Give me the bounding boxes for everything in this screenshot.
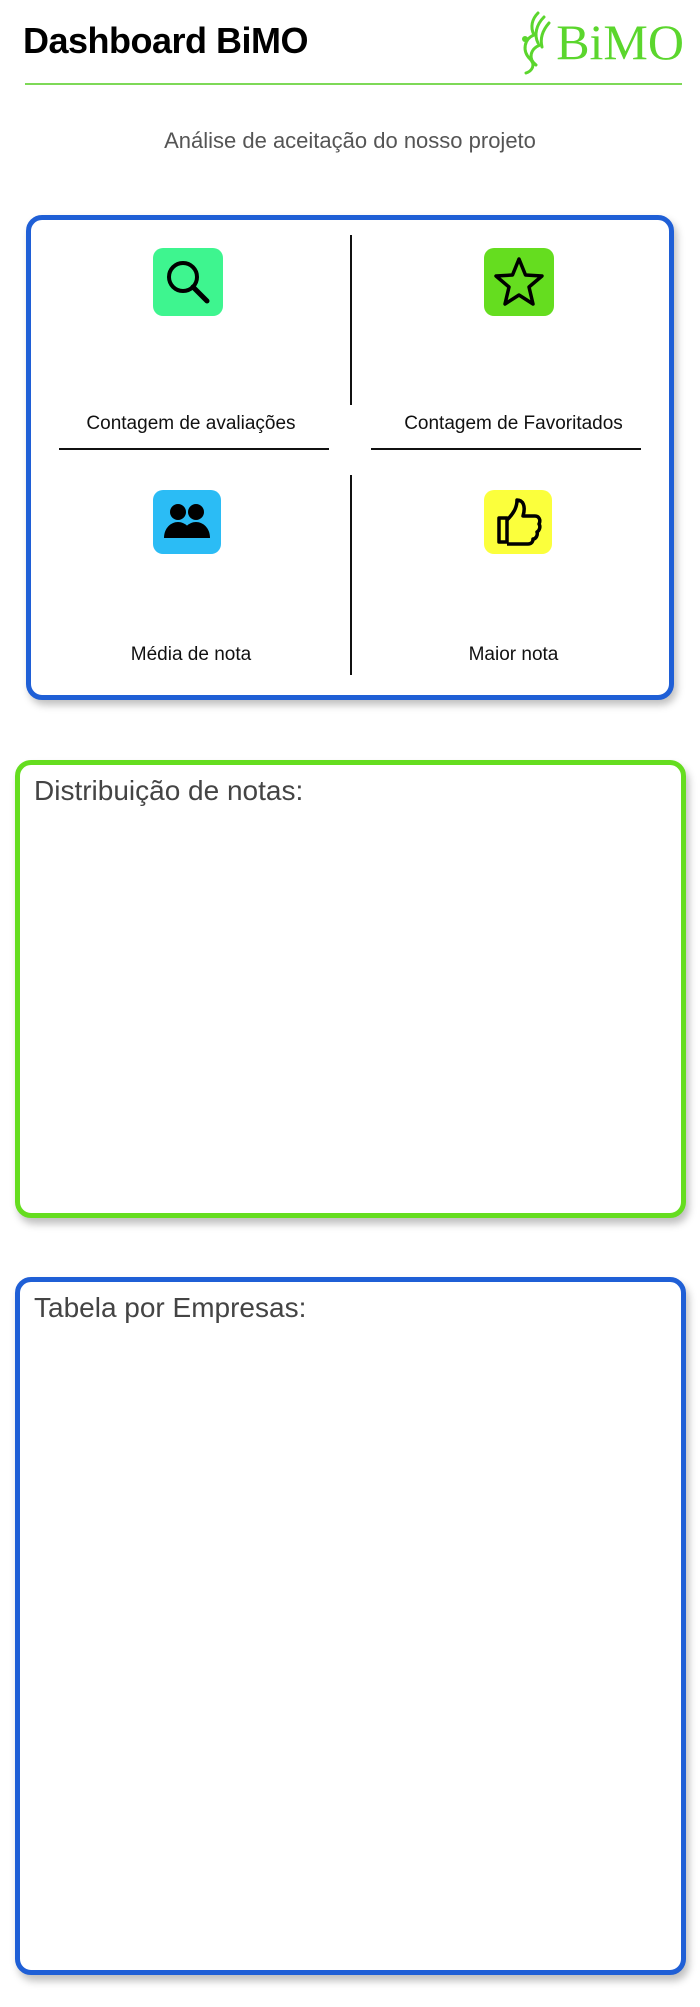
stat-review-count: Contagem de avaliações xyxy=(31,220,351,450)
users-icon xyxy=(153,490,221,554)
distribution-title: Distribuição de notas: xyxy=(34,775,304,806)
logo: BiMO xyxy=(516,9,684,75)
header: Dashboard BiMO BiMO xyxy=(23,0,684,85)
logo-text: BiMO xyxy=(556,14,684,70)
stat-label: Maior nota xyxy=(468,644,559,665)
page-subtitle: Análise de aceitação do nosso projeto xyxy=(164,128,536,153)
search-icon xyxy=(153,248,223,316)
stat-label: Contagem de avaliações xyxy=(86,413,296,434)
star-icon xyxy=(484,248,554,316)
stat-highest-score: Maior nota xyxy=(356,460,671,695)
distribution-panel: Distribuição de notas: xyxy=(15,760,686,1218)
divider-horizontal-right xyxy=(371,448,641,450)
stat-average-score: Média de nota xyxy=(31,460,351,695)
thumbs-up-icon xyxy=(484,490,552,554)
companies-table-title: Tabela por Empresas: xyxy=(34,1292,307,1323)
stat-label: Contagem de Favoritados xyxy=(404,413,623,434)
stats-card: Contagem de avaliações Contagem de Favor… xyxy=(26,215,674,700)
divider-vertical-top xyxy=(350,235,352,405)
companies-table-panel: Tabela por Empresas: xyxy=(15,1277,686,1975)
stat-label: Média de nota xyxy=(130,644,252,665)
phoenix-wing-icon xyxy=(522,11,551,75)
divider-horizontal-left xyxy=(59,448,329,450)
divider-vertical-bottom xyxy=(350,475,352,675)
stat-favorites-count: Contagem de Favoritados xyxy=(356,220,671,450)
page-title: Dashboard BiMO xyxy=(23,20,309,61)
